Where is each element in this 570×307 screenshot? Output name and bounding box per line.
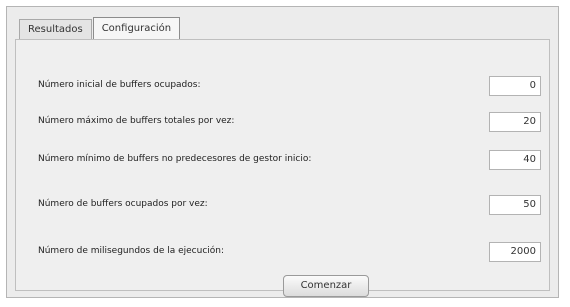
config-window: Resultados Configuración Número inicial … bbox=[6, 6, 559, 298]
start-button[interactable]: Comenzar bbox=[283, 275, 369, 297]
occupied-buffers-input[interactable]: 50 bbox=[489, 195, 541, 215]
min-buffers-label: Número mínimo de buffers no predecesores… bbox=[38, 154, 312, 164]
max-buffers-input[interactable]: 20 bbox=[489, 112, 541, 132]
tab-bar: Resultados Configuración bbox=[19, 17, 181, 39]
initial-buffers-input[interactable]: 0 bbox=[489, 76, 541, 96]
min-buffers-input[interactable]: 40 bbox=[489, 150, 541, 170]
configuration-panel: Número inicial de buffers ocupados: 0 Nú… bbox=[15, 39, 550, 291]
setting-row-max-buffers: Número máximo de buffers totales por vez… bbox=[16, 112, 549, 134]
setting-row-min-buffers: Número mínimo de buffers no predecesores… bbox=[16, 150, 549, 172]
setting-row-duration-ms: Número de milisegundos de la ejecución: … bbox=[16, 242, 549, 264]
duration-ms-label: Número de milisegundos de la ejecución: bbox=[38, 246, 225, 256]
setting-row-initial-buffers: Número inicial de buffers ocupados: 0 bbox=[16, 76, 549, 98]
tab-results[interactable]: Resultados bbox=[19, 19, 92, 39]
max-buffers-label: Número máximo de buffers totales por vez… bbox=[38, 116, 235, 126]
tab-configuration[interactable]: Configuración bbox=[92, 17, 181, 39]
duration-ms-input[interactable]: 2000 bbox=[489, 242, 541, 262]
occupied-buffers-label: Número de buffers ocupados por vez: bbox=[38, 199, 208, 209]
setting-row-occupied-buffers: Número de buffers ocupados por vez: 50 bbox=[16, 195, 549, 217]
initial-buffers-label: Número inicial de buffers ocupados: bbox=[38, 80, 201, 90]
